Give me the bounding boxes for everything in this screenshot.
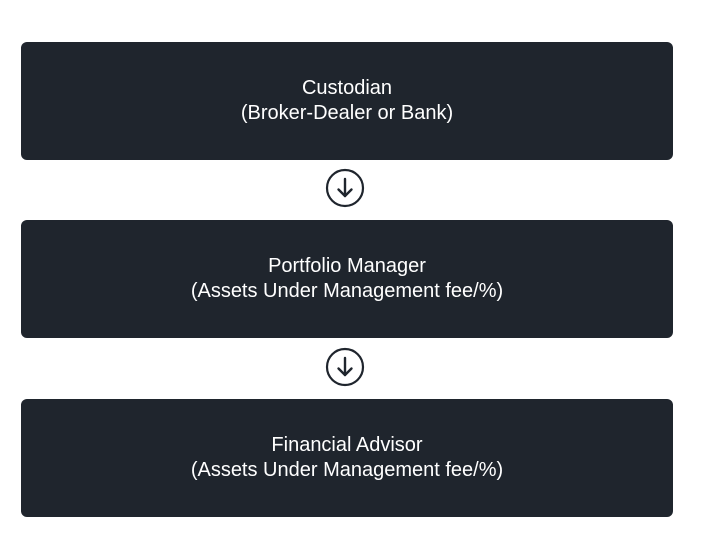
arrow-down-circle-icon (325, 347, 365, 387)
custodian-subtitle: (Broker-Dealer or Bank) (240, 102, 454, 124)
arrow-down-circle-icon (325, 168, 365, 208)
financial-advisor-title: Financial Advisor (271, 434, 423, 456)
portfolio-manager-subtitle: (Assets Under Management fee/%) (190, 280, 504, 302)
custodian-node: Custodian (Broker-Dealer or Bank) (21, 42, 673, 160)
financial-advisor-subtitle: (Assets Under Management fee/%) (190, 459, 504, 481)
portfolio-manager-title: Portfolio Manager (268, 255, 426, 277)
portfolio-manager-node: Portfolio Manager (Assets Under Manageme… (21, 220, 673, 338)
financial-advisor-node: Financial Advisor (Assets Under Manageme… (21, 399, 673, 517)
custodian-title: Custodian (301, 77, 393, 99)
